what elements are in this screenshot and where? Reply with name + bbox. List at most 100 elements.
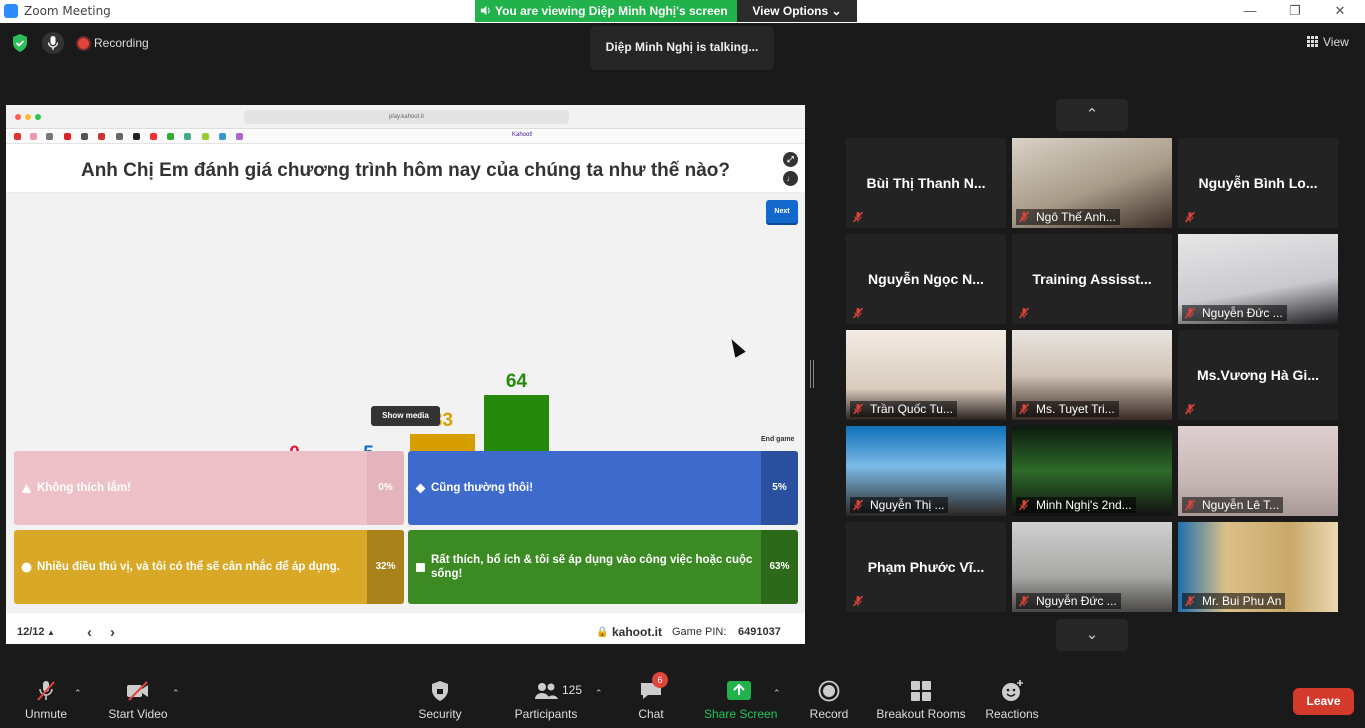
participant-tile[interactable]: Nguyễn Lê T...: [1178, 426, 1338, 516]
leave-button[interactable]: Leave: [1293, 688, 1354, 715]
audio-options-caret-icon[interactable]: ⌃: [74, 688, 82, 699]
browser-zoom-icon: [35, 114, 41, 120]
pin-label: Game PIN:: [672, 626, 727, 638]
muted-mic-icon: [852, 595, 864, 607]
reactions-icon: [999, 680, 1025, 702]
participant-tile[interactable]: Mr. Bui Phu An: [1178, 522, 1338, 612]
fullscreen-icon[interactable]: ⤢: [783, 152, 798, 167]
reactions-button[interactable]: Reactions: [984, 680, 1040, 721]
next-button[interactable]: Next: [766, 200, 798, 223]
breakout-rooms-button[interactable]: Breakout Rooms: [876, 680, 966, 721]
gallery-up-button[interactable]: ⌃: [1056, 99, 1128, 131]
view-options-button[interactable]: View Options ⌄: [737, 0, 857, 22]
participant-tile[interactable]: Nguyễn Bình Lo...: [1178, 138, 1338, 228]
participants-count: 125: [562, 683, 583, 697]
recording-dot-icon: [78, 38, 89, 49]
share-screen-button[interactable]: Share Screen: [704, 680, 778, 721]
participant-tile[interactable]: Ms. Tuyet Tri...: [1012, 330, 1172, 420]
muted-mic-icon: [1018, 307, 1030, 319]
chat-button[interactable]: 6 Chat: [634, 672, 668, 721]
bookmark-icon: [219, 133, 226, 140]
participant-tile[interactable]: Nguyễn Đức ...: [1178, 234, 1338, 324]
muted-mic-icon: [33, 680, 59, 702]
participant-tile[interactable]: Training Assisst...: [1012, 234, 1172, 324]
participant-name: Nguyễn Đức ...: [1016, 593, 1121, 609]
window-title: Zoom Meeting: [24, 4, 111, 18]
participant-tile[interactable]: Ngô Thế Anh...: [1012, 138, 1172, 228]
view-menu-button[interactable]: View: [1307, 35, 1349, 49]
show-media-button[interactable]: Show media: [371, 406, 440, 426]
next-arrow-icon[interactable]: ›: [110, 621, 115, 644]
question-counter[interactable]: 12/12: [17, 621, 45, 644]
bookmark-icon: [81, 133, 88, 140]
circle-icon: [21, 562, 32, 573]
prev-arrow-icon[interactable]: ‹: [87, 621, 92, 644]
restore-icon[interactable]: ❐: [1285, 2, 1305, 20]
start-video-button[interactable]: Start Video: [107, 680, 169, 721]
participant-name: Nguyễn Ngọc N...: [868, 271, 984, 287]
muted-mic-icon: [1018, 211, 1030, 223]
participant-name: Minh Nghị's 2nd...: [1016, 497, 1136, 513]
bookmark-icon: [167, 133, 174, 140]
security-button[interactable]: Security: [416, 680, 464, 721]
participant-name: Mr. Bui Phu An: [1182, 593, 1286, 609]
muted-mic-icon: [852, 307, 864, 319]
muted-mic-icon: [852, 403, 864, 415]
bookmark-icon: [236, 133, 243, 140]
participant-name: Nguyễn Đức ...: [1182, 305, 1287, 321]
square-icon: [416, 563, 425, 572]
muted-mic-icon: [1184, 211, 1196, 223]
video-options-caret-icon[interactable]: ⌃: [172, 688, 180, 699]
muted-mic-icon: [1018, 595, 1030, 607]
share-screen-icon: [726, 680, 752, 702]
close-icon[interactable]: ✕: [1330, 2, 1350, 20]
bookmark-icon: [133, 133, 140, 140]
participant-tile[interactable]: Nguyễn Đức ...: [1012, 522, 1172, 612]
counter-caret-icon: ▲: [47, 628, 55, 637]
grid-view-icon: [1307, 36, 1318, 47]
viewing-label: You are viewing Diệp Minh Nghị's screen: [475, 0, 737, 22]
answer-text: Không thích lắm!: [37, 482, 131, 494]
answer-percent: 5%: [761, 451, 798, 525]
participant-tile[interactable]: Ms.Vương Hà Gi...: [1178, 330, 1338, 420]
participants-caret-icon[interactable]: ⌃: [595, 688, 603, 699]
participant-tile[interactable]: Phạm Phước Vĩ...: [846, 522, 1006, 612]
end-game-button[interactable]: End game: [761, 436, 794, 443]
participant-tile[interactable]: Minh Nghị's 2nd...: [1012, 426, 1172, 516]
chevron-down-icon: ⌄: [831, 4, 842, 18]
share-options-caret-icon[interactable]: ⌃: [773, 688, 781, 699]
answer-option-4: Rất thích, bổ ích & tôi sẽ áp dụng vào c…: [408, 530, 798, 604]
mic-status-icon[interactable]: [42, 32, 64, 54]
muted-mic-icon: [1184, 595, 1196, 607]
participant-tile[interactable]: Nguyễn Thị ...: [846, 426, 1006, 516]
recording-indicator[interactable]: Recording: [78, 34, 158, 52]
encryption-shield-icon[interactable]: [12, 34, 28, 52]
answer-percent: 63%: [761, 530, 798, 604]
chat-icon: 6: [638, 672, 668, 702]
minimize-icon[interactable]: —: [1240, 2, 1260, 20]
browser-toolbar: play.kahoot.it: [6, 105, 805, 129]
triangle-icon: [21, 484, 32, 493]
share-screen-label: Share Screen: [704, 707, 778, 721]
bookmarks-bar: Kahoot!: [6, 130, 805, 144]
active-speaker-toast: Diệp Minh Nghị is talking...: [590, 26, 774, 70]
participant-tile[interactable]: Nguyễn Ngọc N...: [846, 234, 1006, 324]
participants-icon: [533, 680, 559, 702]
result-bar: 5: [336, 193, 401, 495]
meeting-toolbar: Unmute ⌃ Start Video ⌃ Security Particip…: [0, 668, 1365, 728]
start-video-label: Start Video: [108, 707, 168, 721]
unmute-button[interactable]: Unmute: [22, 680, 70, 721]
participant-name: Nguyễn Lê T...: [1182, 497, 1284, 513]
lock-icon: 🔒: [596, 627, 609, 638]
record-button[interactable]: Record: [808, 680, 850, 721]
participant-tile[interactable]: Trần Quốc Tu...: [846, 330, 1006, 420]
answer-option-1: Không thích lắm! 0%: [14, 451, 404, 525]
pin-value: 6491037: [738, 626, 781, 638]
participant-tile[interactable]: Bùi Thị Thanh N...: [846, 138, 1006, 228]
panel-resize-handle[interactable]: [810, 360, 814, 388]
kahoot-footer: 12/12 ▲ ‹ › 🔒 kahoot.it Game PIN: 649103…: [6, 621, 805, 644]
gallery-down-button[interactable]: ⌄: [1056, 619, 1128, 651]
answer-text: Nhiều điều thú vị, và tôi có thể sẽ cân …: [37, 561, 340, 573]
volume-icon[interactable]: ♩: [783, 171, 798, 186]
bookmark-icon: [202, 133, 209, 140]
